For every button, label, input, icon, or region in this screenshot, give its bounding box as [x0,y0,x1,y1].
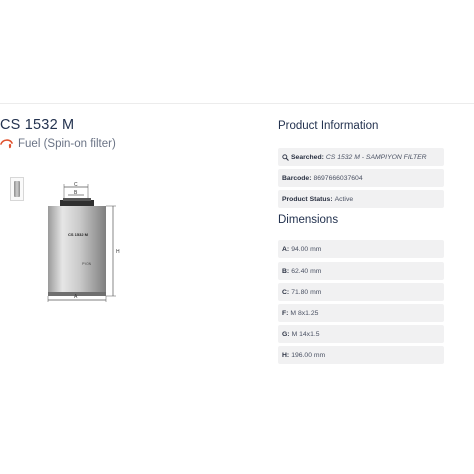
product-status-label: Product Status: [282,195,333,203]
dimension-letter-c: C [74,182,78,188]
barcode-label: Barcode: [282,174,312,182]
dimension-row-h: H: 196.00 mm [278,346,444,364]
searched-row: Searched: CS 1532 M - SAMPIYON FILTER [278,148,444,166]
dimension-label: A: [282,245,290,253]
dimension-row-g: G: M 14x1.5 [278,325,444,343]
dimension-label: G: [282,330,290,338]
dimension-value: 94.00 mm [291,245,322,253]
dimension-label: C: [282,288,290,296]
product-category: Fuel (Spin-on filter) [0,136,116,152]
product-status-row: Product Status: Active [278,190,444,208]
top-divider [0,103,474,104]
filter-top-seal [63,198,91,201]
filter-brand-mark: PYON [82,262,92,266]
dimension-label: F: [282,309,289,317]
dimensions-heading: Dimensions [278,214,339,226]
barcode-value: 8697666037604 [313,174,363,182]
category-label: Fuel (Spin-on filter) [18,138,116,150]
product-information-heading: Product Information [278,120,379,132]
dimension-value: 196.00 mm [291,351,326,359]
fuel-drop-icon [0,139,13,149]
dimension-label: B: [282,267,290,275]
thumbnail-image [14,181,20,197]
filter-diagram: C B CS 1532 M PYON H A [47,182,120,302]
filter-body [48,206,106,294]
search-icon [282,153,289,161]
filter-body-label: CS 1532 M [68,232,89,237]
product-thumbnail[interactable] [10,177,24,201]
product-status-value: Active [334,195,354,203]
searched-value: CS 1532 M - SAMPIYON FILTER [325,153,427,161]
dimension-value: M 14x1.5 [291,330,320,338]
dimension-value: 71.80 mm [291,288,322,296]
dimension-row-a: A: 94.00 mm [278,240,444,258]
dimension-value: M 8x1.25 [290,309,319,317]
dimension-letter-h: H [116,249,120,255]
dimension-row-f: F: M 8x1.25 [278,304,444,322]
dimension-value: 62.40 mm [291,267,322,275]
dimension-row-c: C: 71.80 mm [278,283,444,301]
product-title: CS 1532 M [0,117,75,133]
searched-label: Searched: [291,153,324,161]
dimension-row-b: B: 62.40 mm [278,262,444,280]
dimension-label: H: [282,351,290,359]
barcode-row: Barcode: 8697666037604 [278,169,444,187]
